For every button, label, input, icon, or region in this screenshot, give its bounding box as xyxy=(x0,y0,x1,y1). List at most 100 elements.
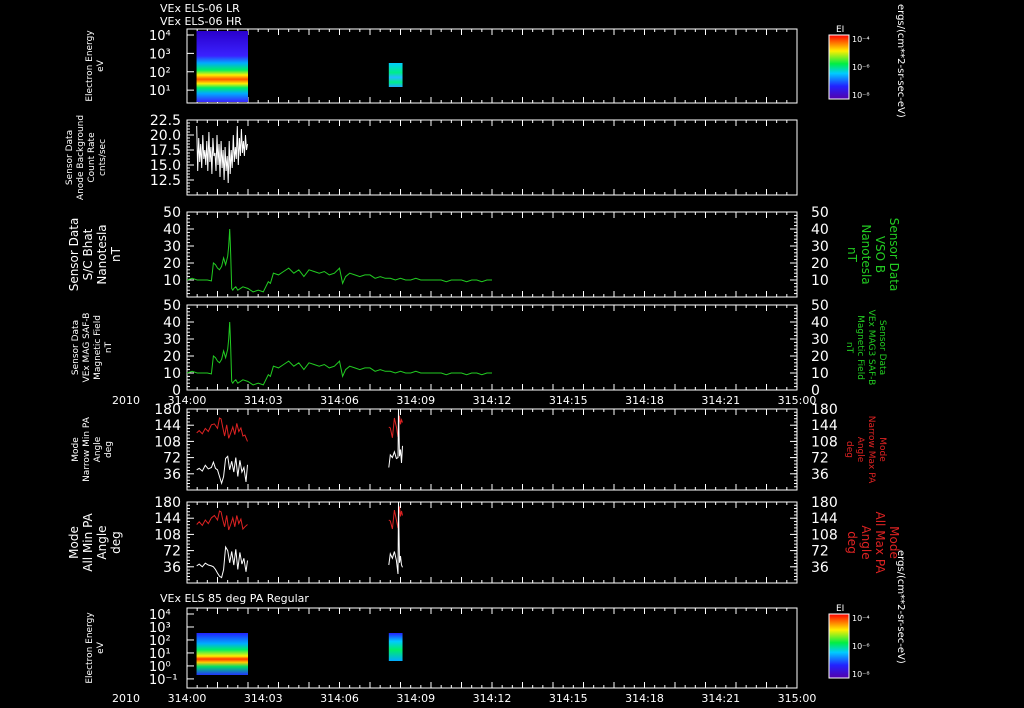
panel-1-colorbar-tick: 10⁻⁸ xyxy=(852,91,870,100)
panel-2-ylabel-line-4: cnts/sec xyxy=(98,139,108,176)
panel-7-xtick-label: 314:09 xyxy=(396,692,435,705)
panel-4-ytick-label: 10 xyxy=(163,366,181,382)
panel-3-ytick-label-right: 20 xyxy=(811,256,829,272)
panel-2-ylabel-line-1: Sensor Data xyxy=(65,130,75,185)
panel-7-ylabel-line-2: eV xyxy=(96,641,106,654)
panel-3-ytick-label: 20 xyxy=(163,256,181,272)
panel-2-ylabel-line-2: Anode Background xyxy=(76,115,86,200)
panel-3-right-label-line-3: Nanotesla xyxy=(859,224,873,284)
panel-2-ytick-label: 17.5 xyxy=(150,143,181,159)
panel-5-ytick-label-right: 144 xyxy=(811,418,838,434)
colorbar-unit-top: ergs/(cm**2-sr-sec-eV) xyxy=(895,4,906,118)
panel-2-ytick-label: 20.0 xyxy=(150,128,181,144)
panel-3-ylabel-line-1: Sensor Data xyxy=(67,218,81,292)
panel-5-series-4 xyxy=(388,408,403,468)
panel-3-ytick-label: 10 xyxy=(163,273,181,289)
panel-1-ylabel-line-1: Electron Energy xyxy=(85,30,95,102)
header-line-2: VEx ELS-06 HR xyxy=(160,15,242,28)
panel-2-ytick-label: 22.5 xyxy=(150,113,181,129)
panel-1-ylabel-line-2: eV xyxy=(96,59,106,72)
panel-3-ytick-label-right: 50 xyxy=(811,205,829,221)
panel-2-series-1 xyxy=(196,125,248,184)
panel-6-ytick-label-right: 108 xyxy=(811,527,838,543)
panel-2-ytick-label: 15.0 xyxy=(150,158,181,174)
panel-4-ytick-label: 20 xyxy=(163,349,181,365)
panel-4-xtick-label: 314:03 xyxy=(244,394,283,407)
panel-1-colorbar-tick: 10⁻⁶ xyxy=(852,63,870,72)
panel-5-ytick-label-right: 72 xyxy=(811,451,829,467)
panel-4-xtick-label: 314:09 xyxy=(396,394,435,407)
panel-1-ytick-label: 10¹ xyxy=(149,84,171,99)
panel-7-xtick-label: 314:15 xyxy=(549,692,588,705)
panel-4-right-label-line-4: nT xyxy=(844,342,854,354)
header-line-1: VEx ELS-06 LR xyxy=(160,2,240,15)
panel-2-ylabel-line-3: Count Rate xyxy=(87,132,97,183)
panel-3-ytick-label-right: 40 xyxy=(811,222,829,238)
panel-7-colorbar-title: EI xyxy=(836,604,844,614)
panel-5-ylabel-line-3: Angle xyxy=(93,436,103,462)
panel-7-spectrogram-block-1 xyxy=(196,633,248,675)
panel-4-year-label: 2010 xyxy=(112,394,140,407)
panel-6-right-label-line-4: deg xyxy=(845,531,859,554)
panel-7-xtick-label: 314:21 xyxy=(701,692,740,705)
panel-5-ylabel-line-2: Narrow Min PA xyxy=(82,416,92,482)
panel-6-ytick-label-right: 36 xyxy=(811,560,829,576)
panel-4-right-label-line-3: Magnetic Field xyxy=(855,315,865,380)
panel-5-right-label-line-3: Angle xyxy=(855,437,865,463)
panel-6-frame xyxy=(186,501,798,584)
panel-6-series-2 xyxy=(196,545,248,579)
panel-2-ytick-label: 12.5 xyxy=(150,173,181,189)
panel-5-ylabel-line-1: Mode xyxy=(71,437,81,462)
panel-6-right-label-line-1: Mode xyxy=(887,526,901,559)
panel-6-ylabel-line-2: All Min PA xyxy=(81,512,95,571)
panel-5-ylabel-line-4: deg xyxy=(104,441,114,458)
panel-3-ytick-label-right: 30 xyxy=(811,239,829,255)
panel-4-xtick-label: 314:12 xyxy=(473,394,512,407)
panel-4-xtick-label: 314:18 xyxy=(625,394,664,407)
panel-4-ytick-label-right: 10 xyxy=(811,366,829,382)
panel-1-spectrogram-block-1 xyxy=(196,31,248,102)
panel-5-ytick-label-right: 36 xyxy=(811,467,829,483)
panel-4-series-1 xyxy=(186,321,492,386)
panel-3-ytick-label: 30 xyxy=(163,239,181,255)
panel-1-ytick-label: 10⁴ xyxy=(149,29,171,44)
panel-5-right-label-line-4: deg xyxy=(844,441,854,458)
panel-5-right-label-line-2: Narrow Max PA xyxy=(866,416,876,484)
panel-5-ytick-label: 72 xyxy=(163,451,181,467)
panel-1-frame xyxy=(186,28,798,104)
panel-1-ytick-label: 10³ xyxy=(149,47,171,62)
panel-5-frame xyxy=(186,408,798,491)
colorbar-unit-bottom: ergs/(cm**2-sr-sec-eV) xyxy=(895,550,906,664)
panel-6-ytick-label-right: 144 xyxy=(811,511,838,527)
panel-5-ytick-label: 180 xyxy=(154,402,181,418)
panel-1-ytick-label: 10² xyxy=(149,66,171,81)
panel-4-ytick-label-right: 30 xyxy=(811,332,829,348)
panel-3-ytick-label-right: 10 xyxy=(811,273,829,289)
panel-6-ylabel-line-1: Mode xyxy=(67,526,81,559)
panel-7-year-label: 2010 xyxy=(112,692,140,705)
panel-7-xtick-label: 314:00 xyxy=(168,692,207,705)
panel-6-ylabel-line-3: Angle xyxy=(95,525,109,559)
panel-6-ytick-label: 108 xyxy=(154,527,181,543)
panel-3-ylabel-line-4: nT xyxy=(109,246,123,262)
panel-4-ylabel-line-1: Sensor Data xyxy=(71,320,81,375)
panel-6-ytick-label: 72 xyxy=(163,544,181,560)
panel-5-ytick-label: 108 xyxy=(154,434,181,450)
panel-4-xtick-label: 314:06 xyxy=(320,394,359,407)
panel-4-ylabel-line-3: Magnetic Field xyxy=(93,315,103,380)
panel-4-ytick-label: 50 xyxy=(163,298,181,314)
panel-4-ytick-label-right: 40 xyxy=(811,315,829,331)
panel-1-colorbar-tick: 10⁻⁴ xyxy=(852,35,870,44)
panel-6-right-label-line-3: Angle xyxy=(859,525,873,559)
chart-figure: VEx ELS-06 LR VEx ELS-06 HR VEx ELS 85 d… xyxy=(65,2,906,705)
panel-3-right-label-line-1: Sensor Data xyxy=(887,218,901,292)
panel-3-right-label-line-2: VSO B xyxy=(873,236,887,273)
panel-5-ytick-label: 36 xyxy=(163,467,181,483)
panel-5-ytick-label: 144 xyxy=(154,418,181,434)
panel-7-colorbar-tick: 10⁻⁶ xyxy=(852,642,870,651)
panel-4-right-label-line-1: Sensor Data xyxy=(877,320,887,375)
panel-7-xtick-label: 314:06 xyxy=(320,692,359,705)
panel-4-xtick-label: 314:21 xyxy=(701,394,740,407)
panel-1-colorbar-title: EI xyxy=(836,25,844,35)
panel-4-ylabel-line-2: VEx MAG SAF-B xyxy=(82,313,92,383)
